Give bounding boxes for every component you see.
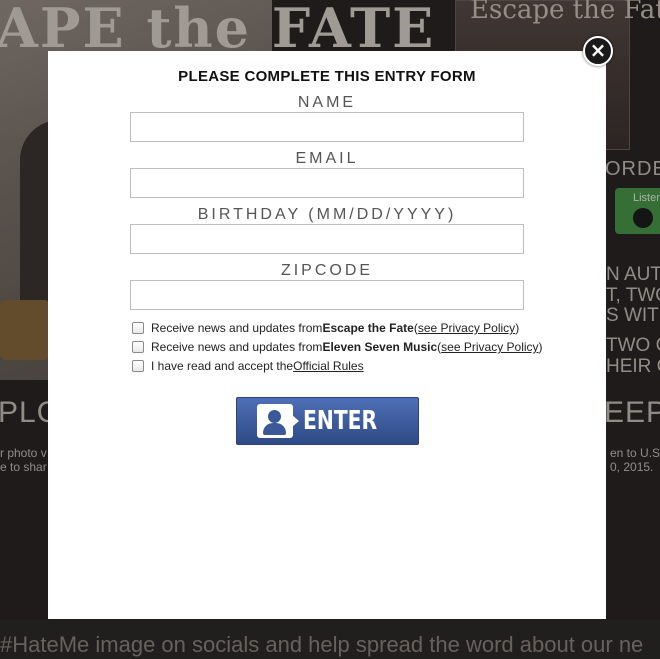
modal-title: PLEASE COMPLETE THIS ENTRY FORM <box>178 68 476 85</box>
email-label: EMAIL <box>295 150 359 167</box>
privacy-policy-link[interactable]: see Privacy Policy <box>441 340 538 354</box>
checkbox-brand: Escape the Fate <box>322 321 414 335</box>
birthday-label: BIRTHDAY (MM/DD/YYYY) <box>197 206 457 223</box>
name-label: NAME <box>297 94 357 111</box>
zipcode-input[interactable] <box>130 280 524 310</box>
accept-rules-row: I have read and accept the Official Rule… <box>132 358 364 374</box>
paren-close: ) <box>538 340 543 354</box>
name-input[interactable] <box>130 112 524 142</box>
paren-close: ) <box>515 321 520 335</box>
checkbox-text: Receive news and updates from <box>151 321 323 335</box>
optin-escape-the-fate-row: Receive news and updates from Escape the… <box>132 320 519 336</box>
email-input[interactable] <box>130 168 524 198</box>
facebook-profile-icon <box>256 404 299 438</box>
checkbox-text: I have read and accept the <box>151 359 294 373</box>
enter-button[interactable]: ENTER <box>236 397 419 445</box>
entry-form-modal: PLEASE COMPLETE THIS ENTRY FORM NAME EMA… <box>48 51 606 619</box>
close-icon[interactable]: × <box>583 36 613 66</box>
zipcode-label: ZIPCODE <box>280 262 374 279</box>
birthday-input[interactable] <box>130 224 524 254</box>
enter-button-label: ENTER <box>302 406 378 436</box>
optin-eleven-seven-checkbox[interactable] <box>132 341 144 353</box>
optin-escape-the-fate-checkbox[interactable] <box>132 322 144 334</box>
accept-rules-checkbox[interactable] <box>132 360 144 372</box>
privacy-policy-link[interactable]: see Privacy Policy <box>418 321 515 335</box>
optin-eleven-seven-row: Receive news and updates from Eleven Sev… <box>132 339 543 355</box>
checkbox-brand: Eleven Seven Music <box>322 340 438 354</box>
checkbox-text: Receive news and updates from <box>151 340 323 354</box>
official-rules-link[interactable]: Official Rules <box>293 359 363 373</box>
